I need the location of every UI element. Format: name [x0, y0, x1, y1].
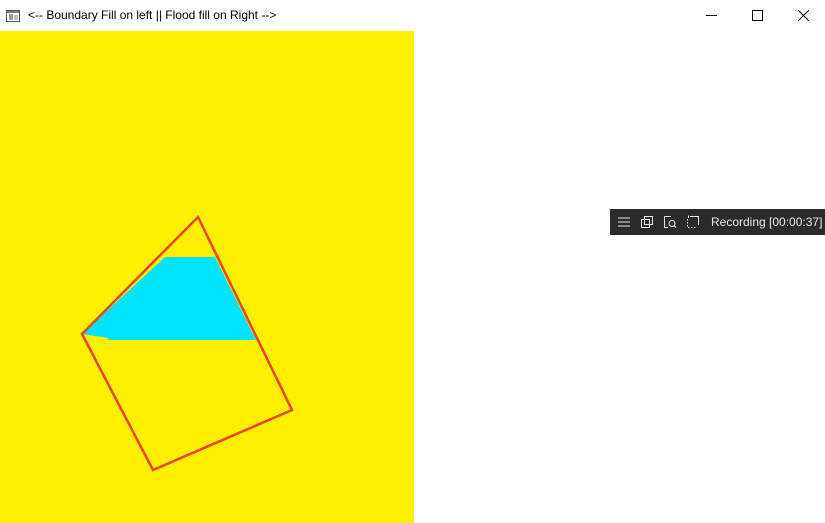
close-icon — [797, 10, 809, 21]
recording-status-text: Recording [00:00:37] — [711, 215, 823, 229]
menu-icon[interactable] — [612, 209, 635, 235]
zoom-region-icon[interactable] — [658, 209, 681, 235]
capture-region-icon[interactable] — [681, 209, 704, 235]
window-title: <-- Boundary Fill on left || Flood fill … — [28, 8, 277, 22]
drawing-canvas[interactable] — [0, 31, 414, 523]
app-window-icon — [6, 9, 20, 22]
recording-toolbar: Recording [00:00:37] — [610, 209, 825, 235]
rotated-square-boundary — [80, 214, 294, 472]
app-window: <-- Boundary Fill on left || Flood fill … — [0, 0, 825, 523]
minimize-button[interactable] — [688, 0, 734, 31]
minimize-icon — [705, 10, 717, 21]
cyan-fill-region — [82, 257, 256, 340]
maximize-button[interactable] — [734, 0, 780, 31]
close-button[interactable] — [780, 0, 825, 31]
title-bar[interactable]: <-- Boundary Fill on left || Flood fill … — [0, 0, 825, 31]
copy-icon[interactable] — [635, 209, 658, 235]
maximize-icon — [751, 10, 763, 21]
